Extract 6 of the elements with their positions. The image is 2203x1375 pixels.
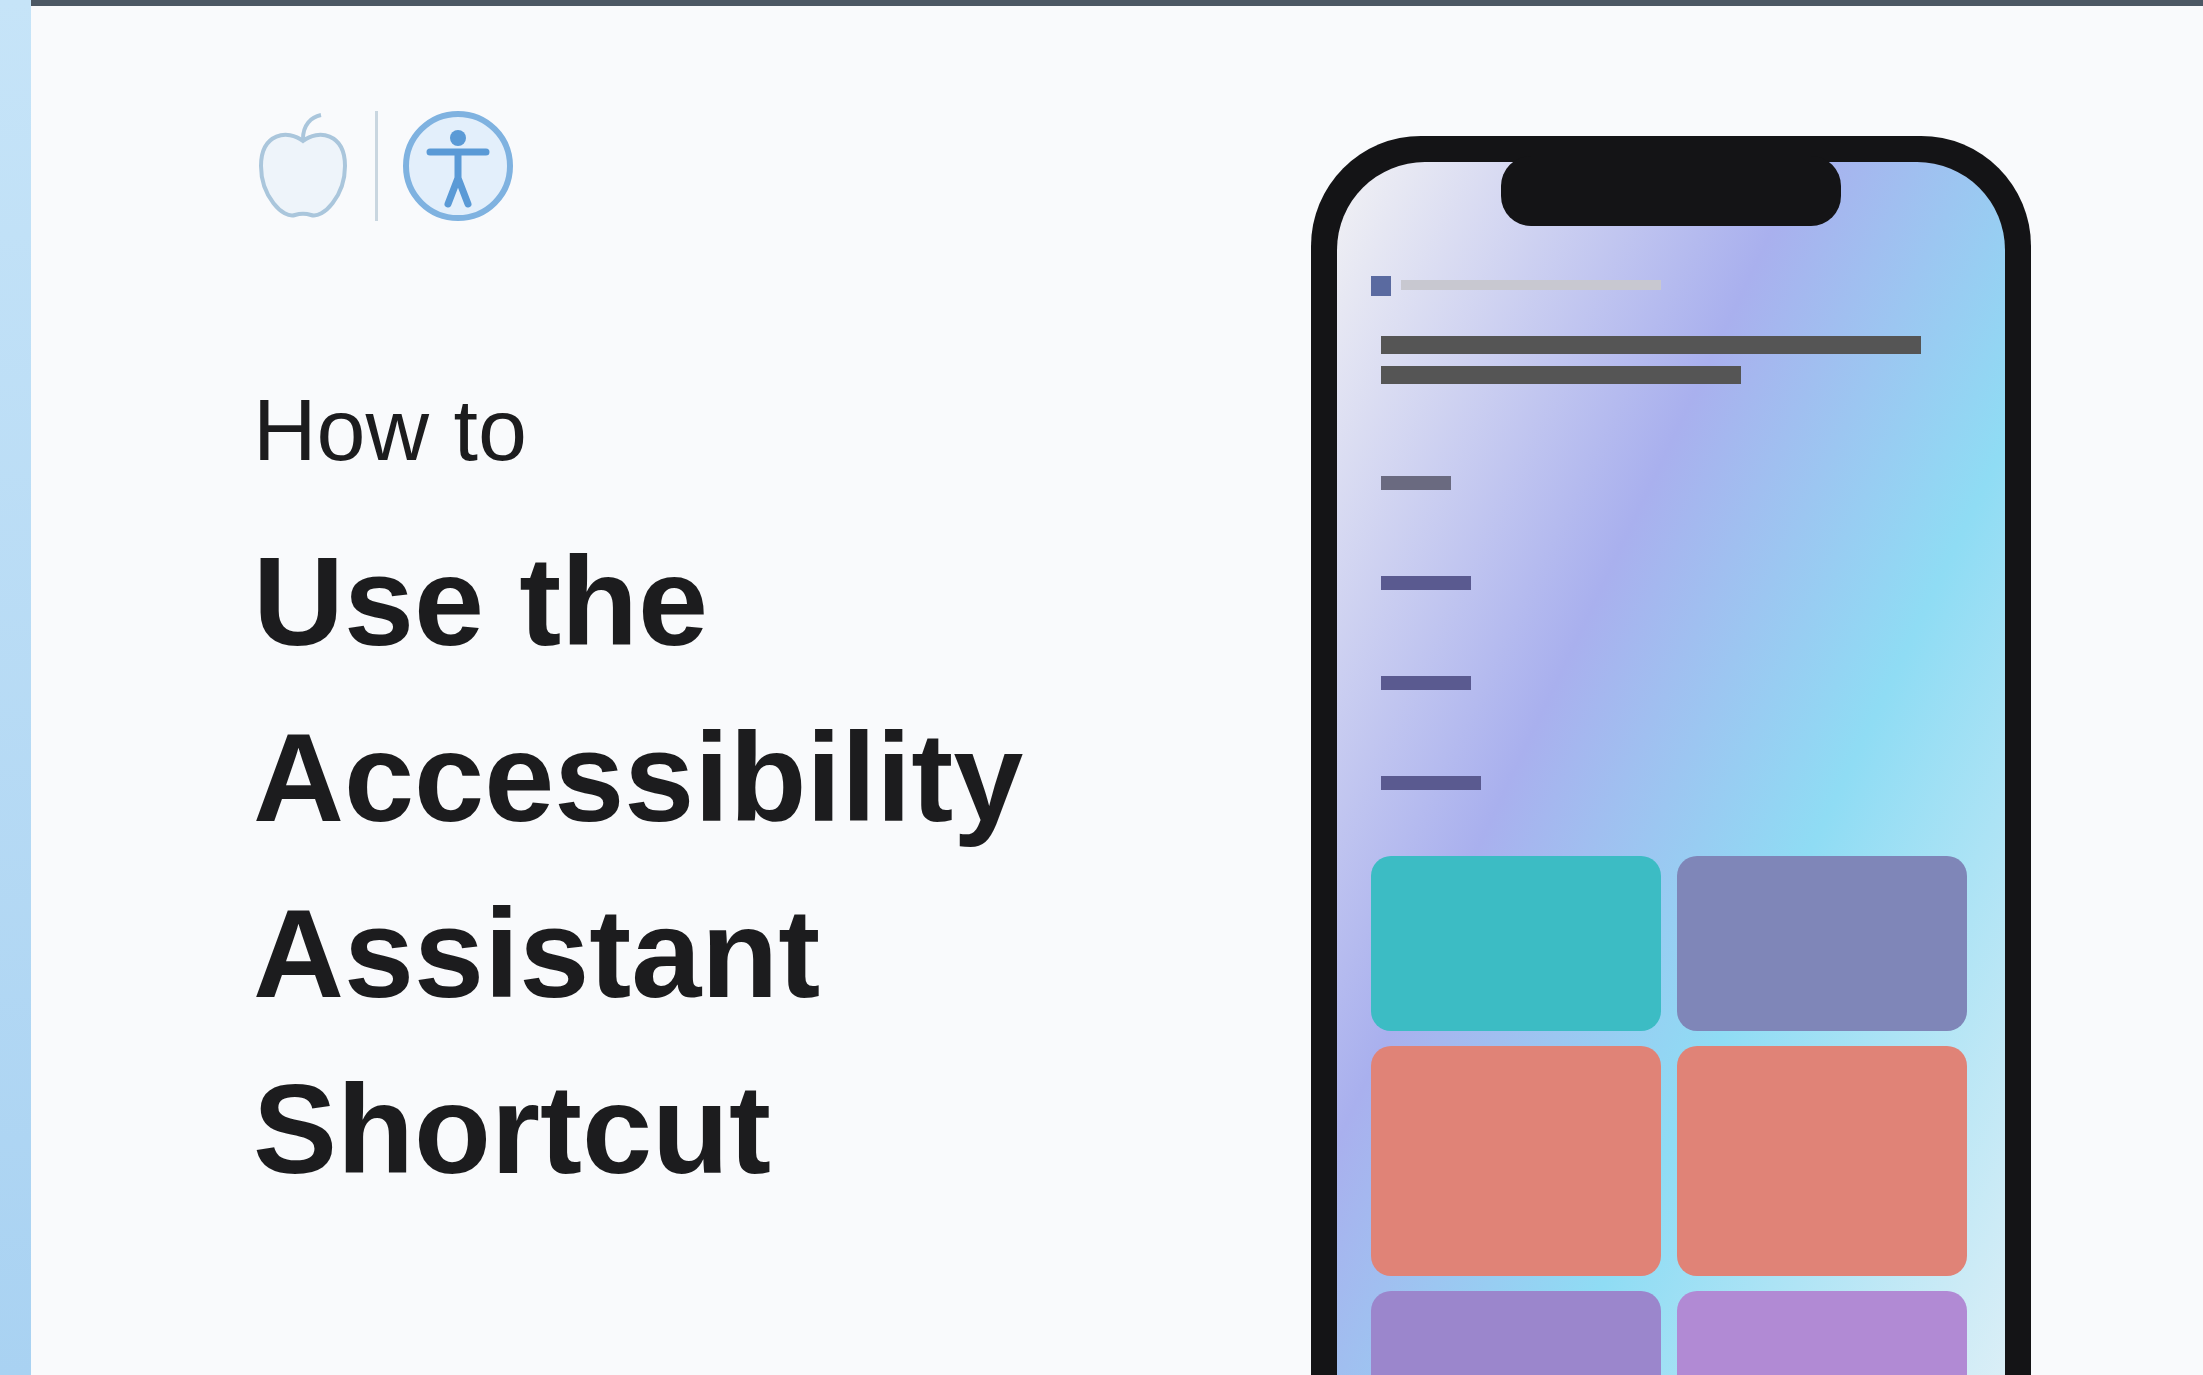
person-in-circle-icon [400,108,516,224]
heading-line: Accessibility [253,706,1025,850]
heading-line: Assistant [253,882,822,1026]
heading-line: Use the [253,530,710,674]
subtitle: How to [253,386,528,474]
heading-line: Shortcut [253,1058,772,1202]
